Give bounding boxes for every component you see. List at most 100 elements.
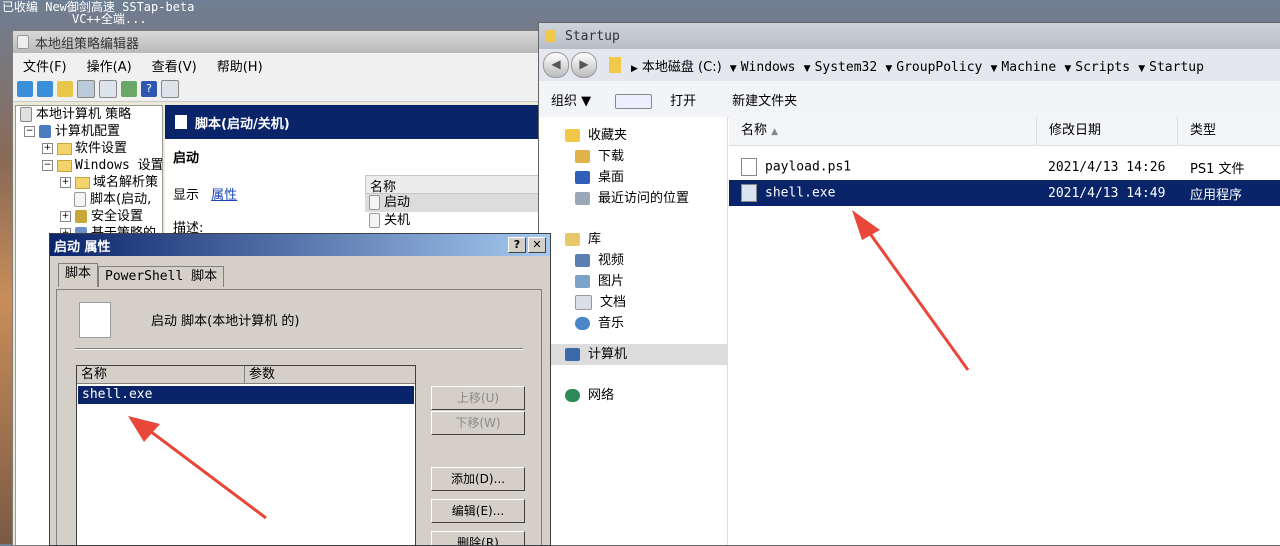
close-button[interactable]: ✕ [528,237,546,253]
crumb-windows[interactable]: Windows [741,60,796,75]
column-params[interactable]: 参数 [245,366,409,383]
collapse-icon[interactable]: − [24,126,35,137]
menu-action[interactable]: 操作(A) [77,56,142,75]
nav-favorites[interactable]: 收藏夹 [539,125,727,146]
tree-item-dns-policy[interactable]: + 域名解析策 [16,174,162,191]
menu-view[interactable]: 查看(V) [142,56,207,75]
nav-library[interactable]: 库 [539,229,727,250]
nav-documents[interactable]: 文档 [539,292,727,313]
up-folder-icon[interactable] [57,81,73,97]
column-name[interactable]: 名称 ▲ [729,117,1037,145]
script-icon [369,213,380,228]
explorer-titlebar[interactable]: Startup [539,23,1280,49]
crumb-grouppolicy[interactable]: GroupPolicy [896,60,982,75]
nav-downloads[interactable]: 下载 [539,146,727,167]
script-icon [74,192,86,207]
file-row-selected[interactable]: shell.exe 2021/4/13 14:49 应用程序 [729,180,1280,206]
crumb-machine[interactable]: Machine [1001,60,1056,75]
tree-item-local-policy[interactable]: 本地计算机 策略 [16,106,162,123]
tab-scripts[interactable]: 脚本 [58,263,99,287]
script-item-shell[interactable]: shell.exe [78,386,414,404]
explorer-window: Startup ◀ ▶ ▶ 本地磁盘 (C:) ▼ Windows ▼ System3… [538,22,1280,546]
recent-places-icon [575,192,590,205]
file-list: 名称 ▲ 修改日期 类型 payload.ps1 2021/4/13 14:26… [729,117,1280,545]
back-button[interactable]: ◀ [543,52,569,78]
crumb-local-disk[interactable]: 本地磁盘 (C:) [642,60,722,75]
navigation-pane: 收藏夹 下载 桌面 最近访问的位置 库 视频 图片 文档 音乐 计算机 网络 [539,117,728,545]
downloads-icon [575,150,590,163]
gpo-menubar: 文件(F) 操作(A) 查看(V) 帮助(H) [13,53,558,77]
gpo-app-icon [17,35,29,49]
properties-link[interactable]: 属性 [211,188,237,203]
file-row[interactable]: payload.ps1 2021/4/13 14:26 PS1 文件 [729,154,1280,180]
edit-button[interactable]: 编辑(E)... [431,499,525,523]
tab-powershell[interactable]: PowerShell 脚本 [98,266,225,287]
tree-item-security-settings[interactable]: + 安全设置 [16,208,162,225]
open-button[interactable]: 打开 [603,90,720,109]
dialog-tabs: 脚本 PowerShell 脚本 [58,263,225,287]
gpo-titlebar[interactable]: 本地组策略编辑器 [13,31,558,53]
startup-info: 启动 显示 属性 描述: [165,139,376,244]
column-date[interactable]: 修改日期 [1037,117,1178,145]
crumb-startup[interactable]: Startup [1149,60,1204,75]
nav-recent[interactable]: 最近访问的位置 [539,188,727,209]
nav-desktop[interactable]: 桌面 [539,167,727,188]
column-header-name[interactable]: 名称 [365,175,540,195]
breadcrumb: ▶ 本地磁盘 (C:) ▼ Windows ▼ System32 ▼ GroupPoli… [631,59,1204,75]
explorer-title: Startup [565,28,620,44]
crumb-system32[interactable]: System32 [815,60,878,75]
column-script-name[interactable]: 名称 [77,366,245,383]
list-item-startup[interactable]: 启动 [365,194,540,212]
tree-item-computer-config[interactable]: − 计算机配置 [16,123,162,140]
menu-help[interactable]: 帮助(H) [207,56,273,75]
computer-icon [39,125,51,138]
startup-properties-dialog: 启动 属性 ? ✕ 脚本 PowerShell 脚本 启动 脚本(本地计算机 的… [49,233,551,546]
details-header-title: 脚本(启动/关机) [195,116,290,132]
add-button[interactable]: 添加(D)... [431,467,525,491]
tree-item-windows-settings[interactable]: − Windows 设置 [16,157,162,174]
script-icon [79,302,111,338]
nav-video[interactable]: 视频 [539,250,727,271]
tree-item-scripts[interactable]: 脚本(启动, [16,191,162,208]
expand-icon[interactable]: + [42,143,53,154]
dialog-titlebar[interactable]: 启动 属性 ? ✕ [50,234,550,256]
new-folder-button[interactable]: 新建文件夹 [720,90,809,109]
tree-item-software-settings[interactable]: + 软件设置 [16,140,162,157]
move-up-button[interactable]: 上移(U) [431,386,525,410]
dialog-title: 启动 属性 [54,239,111,255]
nav-pictures[interactable]: 图片 [539,271,727,292]
show-hide-tree-icon[interactable] [77,80,95,98]
command-bar: 组织 ▼ 打开 新建文件夹 [539,81,1280,118]
show-label: 显示 [173,188,200,203]
library-icon [565,233,580,246]
ps1-file-icon [741,158,757,176]
menu-file[interactable]: 文件(F) [13,56,77,75]
export-list-icon[interactable] [121,81,137,97]
desktop-icon [575,171,590,184]
dialog-description: 启动 脚本(本地计算机 的) [151,314,300,329]
help-icon[interactable]: ? [141,81,157,97]
policy-icon [20,107,32,122]
collapse-icon[interactable]: − [42,160,53,171]
scripts-list: 名称 参数 shell.exe [76,365,416,545]
nav-network[interactable]: 网络 [539,385,727,406]
forward-arrow-icon[interactable] [37,81,53,97]
list-item-shutdown[interactable]: 关机 [365,212,540,230]
view-icon[interactable] [161,80,179,98]
script-type-list: 名称 启动 关机 [365,175,540,230]
forward-button[interactable]: ▶ [571,52,597,78]
help-button[interactable]: ? [508,237,526,253]
organize-button[interactable]: 组织 ▼ [539,90,603,109]
sort-up-icon: ▲ [771,127,779,137]
nav-music[interactable]: 音乐 [539,313,727,334]
expand-icon[interactable]: + [60,177,71,188]
back-arrow-icon[interactable] [17,81,33,97]
properties-icon[interactable] [99,80,117,98]
expand-icon[interactable]: + [60,211,71,222]
move-down-button[interactable]: 下移(W) [431,411,525,435]
video-icon [575,254,590,267]
folder-icon [545,30,555,42]
nav-computer[interactable]: 计算机 [539,344,727,365]
crumb-scripts[interactable]: Scripts [1075,60,1130,75]
column-type[interactable]: 类型 [1178,117,1280,145]
